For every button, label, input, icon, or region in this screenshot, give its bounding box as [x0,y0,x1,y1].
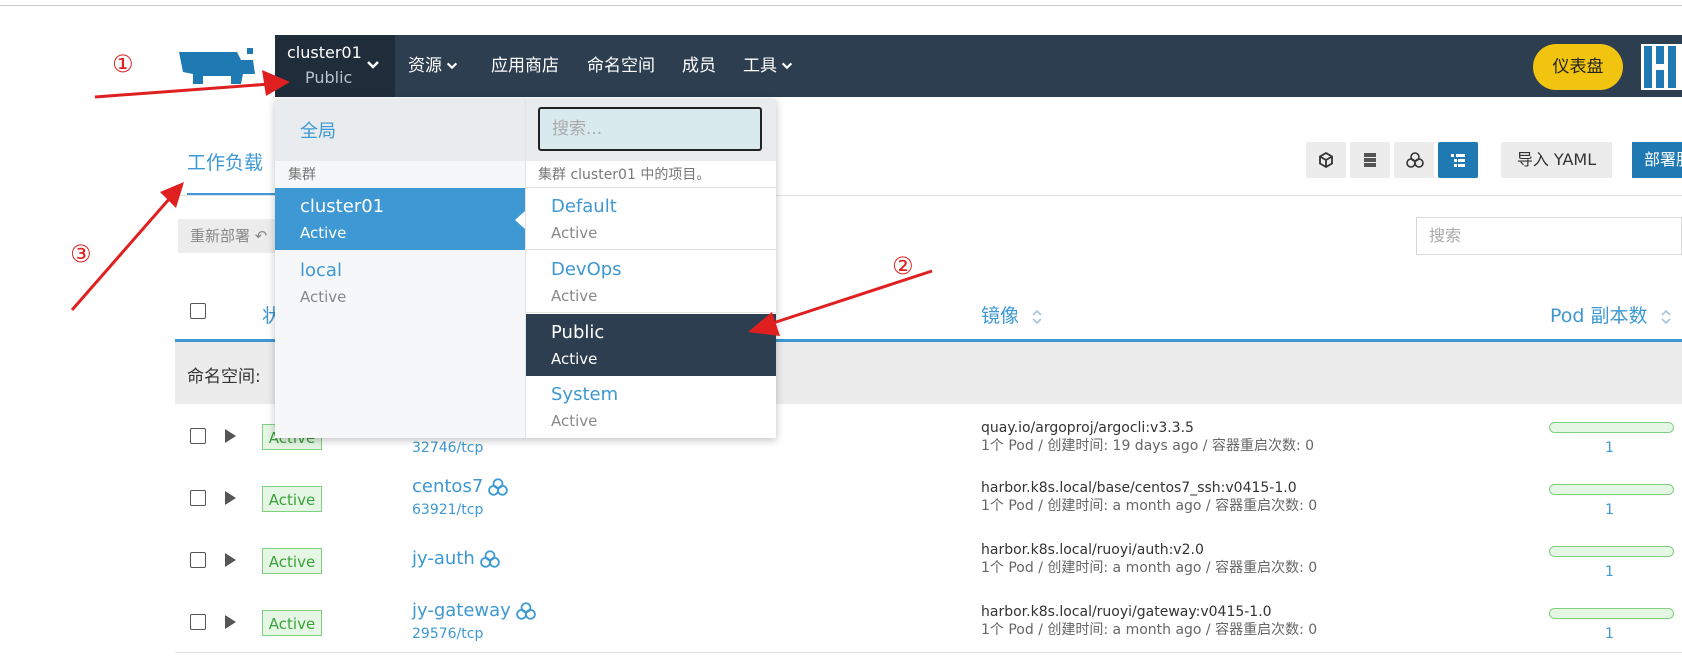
annotation-arrows [70,70,933,336]
arrow-1 [94,70,290,99]
arrow-3 [70,182,184,311]
arrow-2 [748,269,933,336]
